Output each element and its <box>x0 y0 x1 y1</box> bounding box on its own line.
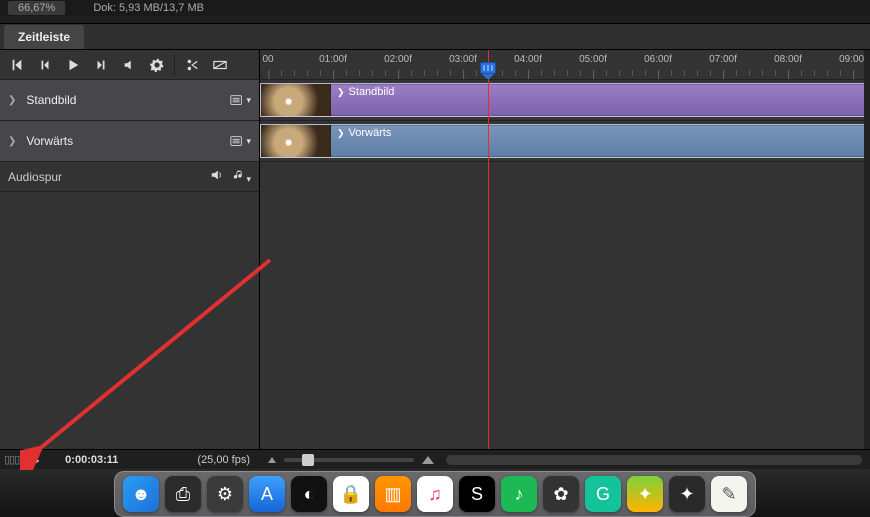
zoom-percent[interactable]: 66,67% <box>8 1 65 15</box>
clip-thumbnail <box>261 125 331 157</box>
speaker-icon[interactable] <box>210 168 224 185</box>
dock-notes[interactable]: ✎ <box>711 476 747 512</box>
ruler-tick: 09:00f <box>839 54 867 65</box>
clip-standbild[interactable]: ❯ Standbild <box>260 83 870 117</box>
tab-timeline[interactable]: Zeitleiste <box>4 25 84 49</box>
track-lane[interactable]: ❯ Standbild <box>260 80 870 121</box>
dock-photos[interactable]: ✿ <box>543 476 579 512</box>
dock-spotify[interactable]: ♪ <box>501 476 537 512</box>
playhead-line[interactable] <box>488 50 489 449</box>
mute-button[interactable] <box>116 53 142 77</box>
music-options-button[interactable]: ▾ <box>232 168 251 185</box>
ruler-tick: 07:00f <box>709 54 737 65</box>
audio-track-header[interactable]: Audiospur ▾ <box>0 162 259 192</box>
chevron-right-icon: ❯ <box>337 128 345 139</box>
step-back-button[interactable] <box>32 53 58 77</box>
zoom-slider[interactable] <box>284 458 414 462</box>
ruler-tick: 02:00f <box>384 54 412 65</box>
playback-toolbar <box>0 50 259 80</box>
panel-tabs: Zeitleiste <box>0 24 870 50</box>
ruler-tick: 03:00f <box>449 54 477 65</box>
track-header-standbild[interactable]: ❯ Standbild ▾ <box>0 80 259 121</box>
clip-label: Vorwärts <box>349 127 392 139</box>
app-info-bar: 66,67% Dok: 5,93 MB/13,7 MB <box>0 0 870 16</box>
time-ruler[interactable]: 00 01:00f 02:00f 03:00f 04:00f 05:00f 06:00f 07… <box>260 50 870 80</box>
chevron-right-icon: ❯ <box>8 136 16 147</box>
clip-label: Standbild <box>349 86 395 98</box>
go-to-start-button[interactable] <box>4 53 30 77</box>
track-options-button[interactable]: ▾ <box>230 134 251 148</box>
dock-books[interactable]: ▥ <box>375 476 411 512</box>
track-header-column: ❯ Standbild ▾ ❯ Vorwärts ▾ Audiospur ▾ <box>0 50 260 449</box>
scrollbar-vertical[interactable] <box>864 50 870 449</box>
scrollbar-horizontal[interactable] <box>446 455 862 465</box>
playhead[interactable] <box>480 62 496 80</box>
step-forward-button[interactable] <box>88 53 114 77</box>
dock-printer[interactable]: ⎙ <box>165 476 201 512</box>
ruler-tick: 04:00f <box>514 54 542 65</box>
dock-settings[interactable]: ⚙ <box>207 476 243 512</box>
track-header-vorwaerts[interactable]: ❯ Vorwärts ▾ <box>0 121 259 162</box>
ruler-tick: 00 <box>262 54 273 65</box>
clip-thumbnail <box>261 84 331 116</box>
dock-dashboard[interactable]: ◐ <box>291 476 327 512</box>
dock-grammarly[interactable]: G <box>585 476 621 512</box>
dock-appstore[interactable]: A <box>249 476 285 512</box>
track-lane[interactable]: ❯ Vorwärts <box>260 121 870 162</box>
clip-vorwaerts[interactable]: ❯ Vorwärts <box>260 124 870 158</box>
dock-maps[interactable]: ✦ <box>627 476 663 512</box>
dock-finder[interactable]: ☻ <box>123 476 159 512</box>
split-clip-button[interactable] <box>179 53 205 77</box>
timecode-display: 0:00:03:11 <box>65 454 118 466</box>
ruler-tick: 05:00f <box>579 54 607 65</box>
audio-track-label: Audiospur <box>8 170 210 184</box>
dock-premiere[interactable]: ✦ <box>669 476 705 512</box>
ruler-tick: 01:00f <box>319 54 347 65</box>
track-name-label: Vorwärts <box>26 134 230 148</box>
fps-display: (25,00 fps) <box>197 454 256 466</box>
settings-button[interactable] <box>144 53 170 77</box>
transition-button[interactable] <box>207 53 233 77</box>
ruler-tick: 06:00f <box>644 54 672 65</box>
divider <box>0 16 870 24</box>
zoom-out-icon[interactable] <box>268 457 276 463</box>
chevron-right-icon: ❯ <box>337 87 345 98</box>
status-bar: ▯▯▯ 0:00:03:11 (25,00 fps) <box>0 449 870 469</box>
dock-sonos[interactable]: S <box>459 476 495 512</box>
export-icon[interactable] <box>27 451 41 468</box>
track-name-label: Standbild <box>26 93 230 107</box>
track-options-button[interactable]: ▾ <box>230 93 251 107</box>
view-mode-icon[interactable]: ▯▯▯ <box>4 453 19 466</box>
macos-dock: ☻⎙⚙A◐🔒▥♫S♪✿G✦✦✎ <box>0 469 870 517</box>
dock-1password[interactable]: 🔒 <box>333 476 369 512</box>
chevron-right-icon: ❯ <box>8 95 16 106</box>
timeline-area[interactable]: 00 01:00f 02:00f 03:00f 04:00f 05:00f 06:00f 07… <box>260 50 870 449</box>
ruler-tick: 08:00f <box>774 54 802 65</box>
zoom-in-icon[interactable] <box>422 456 434 464</box>
play-button[interactable] <box>60 53 86 77</box>
dock-music[interactable]: ♫ <box>417 476 453 512</box>
document-size: Dok: 5,93 MB/13,7 MB <box>93 2 204 14</box>
